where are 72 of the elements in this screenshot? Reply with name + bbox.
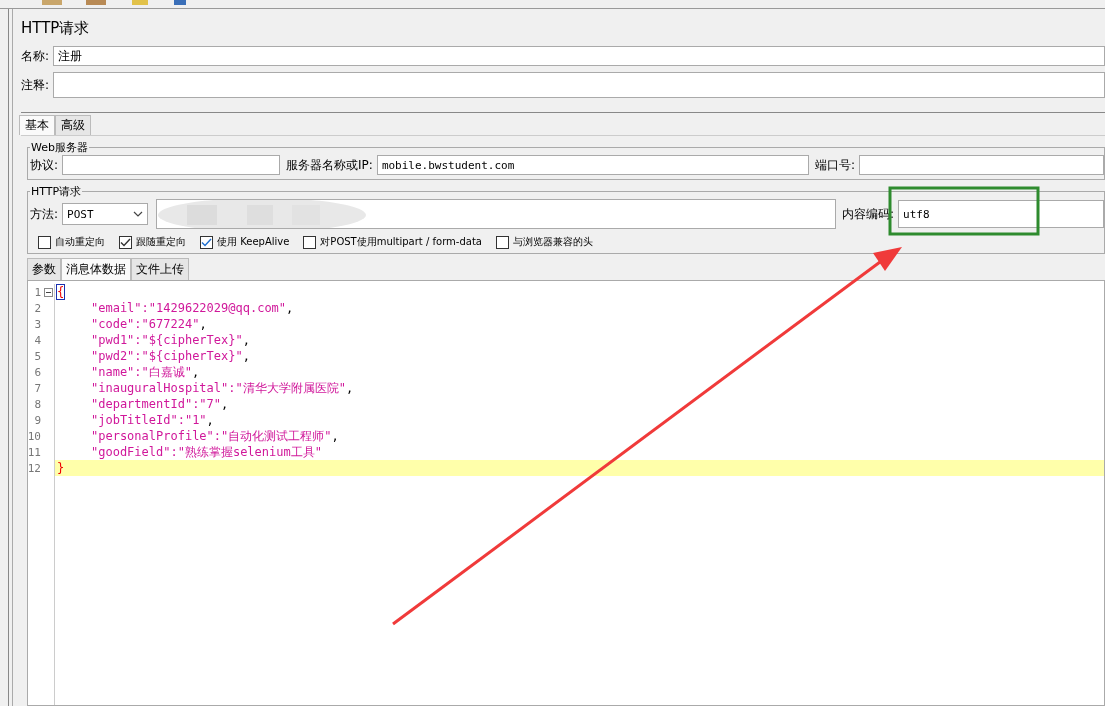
comma: , (242, 349, 250, 363)
comma: , (345, 381, 354, 395)
port-field[interactable] (858, 155, 1104, 175)
line-number: 6 (34, 365, 41, 379)
checkbox[interactable] (303, 235, 317, 249)
code-text: "goodField":"熟练掌握selenium工具" (91, 445, 322, 459)
checkbox-label: 自动重定向 (55, 235, 105, 249)
group-title: HTTP请求 (30, 184, 83, 199)
check-icon (201, 237, 212, 247)
tab[interactable]: 参数 (27, 258, 61, 280)
checkbox[interactable] (200, 235, 213, 249)
code-text: "inauguralHospital":"清华大学附属医院" (91, 381, 346, 395)
toolbar-icon[interactable] (40, 0, 64, 6)
checkbox-label: 与浏览器兼容的头 (512, 235, 593, 249)
line-number: 7 (34, 381, 41, 395)
check-icon (120, 237, 131, 247)
chevron-icon (133, 211, 144, 217)
line-number: 11 (27, 445, 41, 459)
code-text: "name":"白嘉诚" (91, 365, 193, 379)
comma: , (221, 397, 229, 411)
tab[interactable]: 文件上传 (131, 258, 189, 280)
comma: , (242, 333, 250, 347)
line-number: 1 (34, 285, 41, 299)
checkbox[interactable] (38, 235, 51, 249)
code-text: "pwd2":"${cipherTex}" (91, 349, 243, 363)
protocol-label: 协议: (30, 156, 59, 174)
path-field[interactable] (156, 199, 837, 229)
code-text: "email":"1429622029@qq.com" (91, 301, 287, 315)
toolbar-icon[interactable] (84, 0, 108, 6)
code-text: "code":"677224" (91, 317, 200, 331)
collapse-icon[interactable] (44, 288, 53, 297)
code-text: "jobTitleId":"1" (91, 413, 207, 427)
line-number: 2 (34, 301, 41, 315)
checkbox-label: 使用 KeepAlive (217, 235, 290, 249)
comma: , (331, 429, 339, 443)
name-label: 名称: (21, 47, 50, 65)
port-label: 端口号: (814, 156, 855, 174)
protocol-field[interactable] (62, 155, 281, 175)
checkbox[interactable] (119, 235, 132, 249)
tab[interactable]: 消息体数据 (61, 258, 131, 280)
line-number: 4 (34, 333, 41, 347)
line-number: 5 (34, 349, 41, 363)
tab[interactable]: 基本 (19, 115, 55, 135)
server-field[interactable]: mobile.bwstudent.com (376, 155, 809, 175)
comment-field[interactable] (53, 72, 1105, 98)
server-label: 服务器名称或IP: (286, 156, 373, 174)
line-number: 9 (34, 413, 41, 427)
encoding-field[interactable]: utf8 (898, 200, 1104, 228)
method-label: 方法: (30, 205, 59, 223)
checkbox[interactable] (495, 235, 509, 249)
group-title: Web服务器 (30, 140, 89, 155)
checkbox-label: 对POST使用multipart / form-data (320, 235, 482, 249)
comment-label: 注释: (21, 76, 50, 94)
name-field[interactable]: 注册 (53, 46, 1105, 66)
line-number: 3 (34, 317, 41, 331)
checkbox-label: 跟随重定向 (136, 235, 186, 249)
comma: , (206, 413, 214, 427)
line-number: 8 (34, 397, 41, 411)
brace: } (57, 461, 65, 475)
comma: , (286, 301, 294, 315)
panel-title: HTTP请求 (21, 19, 91, 38)
line-number: 10 (27, 429, 41, 443)
brace: { (57, 285, 65, 299)
code-text: "departmentId":"7" (91, 397, 222, 411)
code-text: "pwd1":"${cipherTex}" (91, 333, 243, 347)
line-number: 12 (27, 461, 41, 475)
tab[interactable]: 高级 (55, 115, 91, 135)
toolbar-icon[interactable] (172, 0, 188, 6)
comma: , (199, 317, 207, 331)
code-text: "personalProfile":"自动化测试工程师" (91, 429, 332, 443)
comma: , (192, 365, 200, 379)
method-dropdown[interactable]: POST (62, 203, 149, 225)
